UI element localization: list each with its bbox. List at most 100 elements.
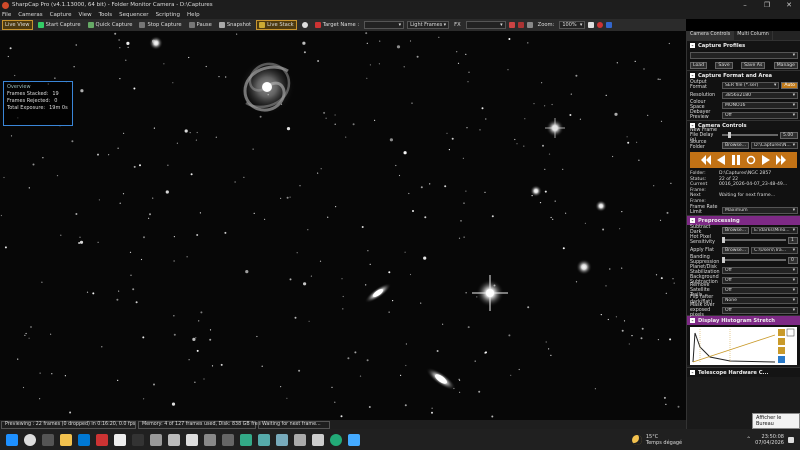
app-icon[interactable] [348,433,360,446]
app-icon[interactable] [150,433,162,446]
task-view-icon[interactable] [42,433,54,446]
record-icon[interactable] [508,22,515,28]
file-explorer-icon[interactable] [60,433,72,446]
section-header[interactable]: – Capture Profiles [687,41,800,50]
maximize-icon[interactable]: ❐ [756,0,778,10]
app-icon[interactable] [204,433,216,446]
close-icon[interactable]: ✕ [778,0,800,10]
background-select[interactable]: Off ▾ [722,276,798,284]
collapse-icon[interactable]: – [690,318,695,323]
weather-icon[interactable] [631,434,642,445]
app-icon[interactable] [276,433,288,446]
app-icon[interactable] [168,433,180,446]
collapse-icon[interactable]: – [690,43,695,48]
stabilization-select[interactable]: Off ▾ [722,266,798,274]
zoom-select[interactable]: 100% ▾ [559,21,586,29]
save-button[interactable]: Save [715,61,733,69]
next-frame-icon[interactable] [760,154,772,166]
stop-capture-button[interactable]: Stop Capture [137,20,183,30]
hot-pixel-slider[interactable] [722,237,786,243]
app-icon[interactable] [186,433,198,446]
collapse-icon[interactable]: – [690,370,695,375]
auto-button[interactable]: Auto [781,81,798,89]
app-icon[interactable] [240,433,252,446]
windows-start-icon[interactable] [6,433,18,446]
slider-knob[interactable] [722,257,725,263]
section-header[interactable]: – Preprocessing [687,216,800,225]
grid-icon[interactable] [517,22,524,28]
subtract-dark-select[interactable]: E:\darks\Mino... ▾ [751,226,798,234]
app-icon[interactable] [114,433,126,446]
menu-sequencer[interactable]: Sequencer [119,12,148,18]
menu-cameras[interactable]: Cameras [18,12,42,18]
apply-flat-select[interactable]: C:\Users\Tra... ▾ [751,246,798,254]
app-icon[interactable] [132,433,144,446]
satellite-select[interactable]: Off ▾ [722,286,798,294]
mask-select[interactable]: Off ▾ [722,306,798,314]
source-folder-select[interactable]: D:\Captures\N... ▾ [751,141,798,149]
app-icon[interactable] [294,433,306,446]
app-icon[interactable] [258,433,270,446]
tab-multi-column[interactable]: Multi Column [734,31,773,40]
reticule-button[interactable] [300,20,310,30]
debayer-select[interactable]: Off ▾ [722,111,798,119]
previous-frame-icon[interactable] [715,154,727,166]
save-as-button[interactable]: Save As [741,61,766,69]
collapse-icon[interactable]: – [690,73,695,78]
browse-button[interactable]: Browse... [722,141,750,149]
flip-select[interactable]: None ▾ [722,296,798,304]
histogram-icon[interactable] [526,22,533,28]
minimize-icon[interactable]: – [734,0,756,10]
notification-icon[interactable] [788,436,794,443]
clock[interactable]: 23:50:08 07/04/2026 [755,434,784,446]
tab-camera-controls[interactable]: Camera Controls [687,31,735,40]
edge-icon[interactable] [78,433,90,446]
resolution-select[interactable]: 3856x2180 ▾ [722,91,798,99]
browse-button[interactable]: Browse... [722,226,750,234]
section-header[interactable]: – Capture Format and Area [687,71,800,80]
slider-knob[interactable] [727,132,731,138]
section-header[interactable]: – Telescope Hardware C... [687,368,800,377]
brightness-icon[interactable] [588,22,595,28]
search-icon[interactable] [24,433,36,446]
menu-help[interactable]: Help [187,12,200,18]
manage-button[interactable]: Manage [773,61,798,69]
app-icon[interactable] [312,433,324,446]
pause-icon[interactable] [730,154,742,166]
new-frame-delay-slider[interactable] [722,132,778,138]
frame-type-select[interactable]: Light Frames ▾ [407,21,450,29]
app-icon[interactable] [222,433,234,446]
banding-slider[interactable] [722,257,786,263]
target-button[interactable]: Target Name : [313,20,361,30]
last-frame-icon[interactable] [775,154,787,166]
pause-button[interactable]: Pause [187,20,214,30]
snapshot-button[interactable]: Snapshot [217,20,253,30]
menu-view[interactable]: View [79,12,92,18]
histogram-graph[interactable] [690,327,797,365]
banding-value[interactable]: 0 [788,256,798,264]
image-viewer[interactable]: Overview Frames Stacked: 19 Frames Reject… [0,31,686,420]
menu-scripting[interactable]: Scripting [156,12,180,18]
browse-button[interactable]: Browse... [722,246,750,254]
app-icon[interactable] [96,433,108,446]
menu-capture[interactable]: Capture [50,12,72,18]
collapse-icon[interactable]: – [690,218,695,223]
first-frame-icon[interactable] [700,154,712,166]
app-icon[interactable] [330,433,342,446]
new-frame-delay-value[interactable]: 5.00 [780,131,798,139]
settings-icon[interactable] [597,22,604,28]
hot-pixel-value[interactable]: 1 [788,236,798,244]
slider-knob[interactable] [722,237,725,243]
profile-select[interactable]: ▾ [690,51,798,59]
refresh-icon[interactable] [745,154,757,166]
section-header[interactable]: – Display Histogram Stretch [687,316,800,325]
colour-space-select[interactable]: MONO16 ▾ [722,101,798,109]
pick-icon[interactable] [606,22,613,28]
target-name-input[interactable]: ▾ [364,21,405,29]
menu-file[interactable]: File [2,12,11,18]
live-stack-button[interactable]: Live Stack [256,20,297,30]
chevron-up-icon[interactable]: ⌃ [746,436,751,443]
quick-capture-button[interactable]: Quick Capture [86,20,135,30]
overview-box[interactable]: Overview Frames Stacked: 19 Frames Reject… [3,81,73,126]
weather-widget[interactable]: 15°C Temps dégagé [646,434,682,446]
